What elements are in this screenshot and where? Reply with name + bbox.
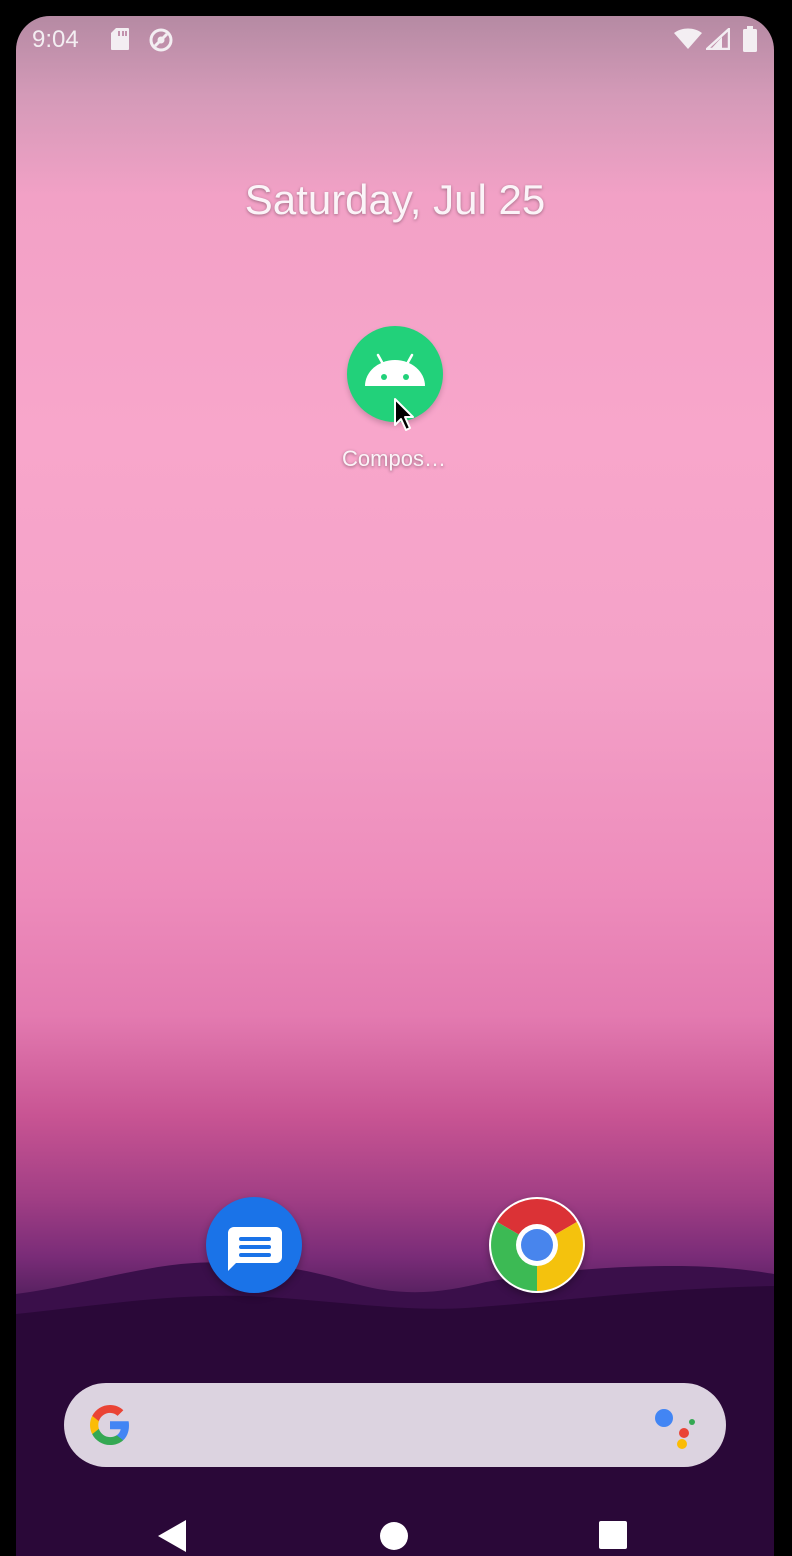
- status-time: 9:04: [32, 26, 79, 53]
- sync-icon: [148, 27, 174, 58]
- chrome-icon: [491, 1199, 583, 1291]
- google-g-icon: [90, 1405, 129, 1445]
- navigation-bar: [16, 1496, 774, 1556]
- google-search-bar[interactable]: [64, 1383, 726, 1467]
- app-label-compose[interactable]: Compos…: [294, 446, 494, 472]
- home-screen: 9:04 Saturday, Jul 25 Compos…: [16, 16, 774, 1556]
- sd-card-icon: [110, 27, 130, 56]
- messages-icon: [228, 1227, 282, 1271]
- back-icon[interactable]: [156, 1518, 188, 1554]
- status-bar: 9:04: [16, 16, 774, 66]
- messages-app-button[interactable]: [206, 1197, 302, 1293]
- cell-signal-icon: [703, 26, 731, 55]
- home-button-icon[interactable]: [378, 1520, 410, 1552]
- wifi-icon: [674, 28, 702, 55]
- cursor-icon: [394, 398, 414, 431]
- chrome-app-button[interactable]: [489, 1197, 585, 1293]
- battery-icon: [742, 26, 758, 57]
- wallpaper: [16, 1262, 774, 1556]
- assistant-icon[interactable]: [652, 1403, 698, 1449]
- home-date[interactable]: Saturday, Jul 25: [16, 176, 774, 224]
- recents-icon[interactable]: [598, 1520, 628, 1550]
